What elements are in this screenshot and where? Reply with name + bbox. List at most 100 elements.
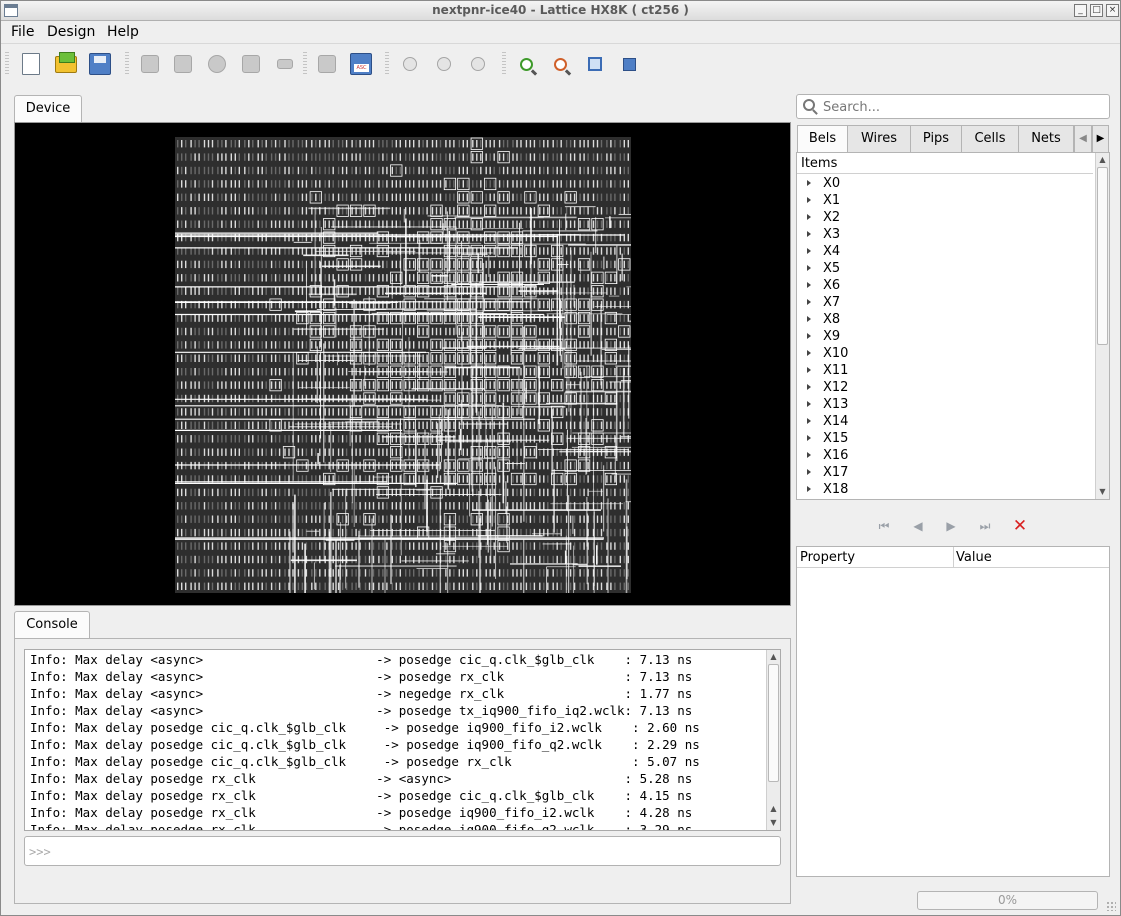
scrollbar-thumb[interactable]: [768, 664, 779, 782]
scroll-down-icon[interactable]: ▼: [767, 816, 780, 829]
tab-nets[interactable]: Nets: [1018, 125, 1074, 153]
tree-item[interactable]: X10: [797, 345, 848, 362]
pack-icon[interactable]: [237, 50, 265, 78]
tree-item[interactable]: X15: [797, 430, 848, 447]
clear-icon[interactable]: ✕: [1009, 515, 1031, 537]
zoom-out-icon[interactable]: [546, 50, 574, 78]
tree-item[interactable]: X3: [797, 226, 848, 243]
menu-help[interactable]: Help: [107, 24, 139, 40]
tab-wires[interactable]: Wires: [847, 125, 911, 153]
expand-arrow-icon[interactable]: [807, 299, 811, 305]
zoom-in-icon[interactable]: [512, 50, 540, 78]
tree-item[interactable]: X5: [797, 260, 848, 277]
console-output[interactable]: Info: Max delay <async> -> posedge cic_q…: [24, 649, 781, 831]
stop-icon[interactable]: [464, 50, 492, 78]
tree-item[interactable]: X17: [797, 464, 848, 481]
expand-arrow-icon[interactable]: [807, 197, 811, 203]
expand-arrow-icon[interactable]: [807, 282, 811, 288]
minimize-button[interactable]: _: [1074, 4, 1087, 17]
open-pcf-icon[interactable]: [313, 50, 341, 78]
tree-scrollbar[interactable]: ▲ ▼: [1095, 153, 1109, 499]
expand-arrow-icon[interactable]: [807, 333, 811, 339]
zoom-selected-icon[interactable]: [615, 50, 643, 78]
console-input[interactable]: >>>: [24, 836, 781, 866]
console-scrollbar[interactable]: ▲ ▲ ▼: [766, 650, 780, 830]
expand-arrow-icon[interactable]: [807, 265, 811, 271]
route-icon[interactable]: [203, 50, 231, 78]
tree-item[interactable]: X11: [797, 362, 848, 379]
expand-arrow-icon[interactable]: [807, 180, 811, 186]
expand-arrow-icon[interactable]: [807, 214, 811, 220]
tree-item[interactable]: X18: [797, 481, 848, 498]
title-bar[interactable]: nextpnr-ice40 - Lattice HX8K ( ct256 ) _…: [1, 1, 1120, 21]
tree-item[interactable]: X7: [797, 294, 848, 311]
tab-scroll-right-icon[interactable]: ▶: [1092, 125, 1109, 153]
tab-pips[interactable]: Pips: [910, 125, 962, 153]
tree-item[interactable]: X16: [797, 447, 848, 464]
column-value[interactable]: Value: [956, 550, 992, 565]
tab-bels[interactable]: Bels: [797, 125, 848, 153]
expand-arrow-icon[interactable]: [807, 435, 811, 441]
open-folder-icon[interactable]: [52, 50, 80, 78]
console-line: Info: Max delay posedge cic_q.clk_$glb_c…: [30, 720, 700, 735]
back-icon[interactable]: ◀: [907, 515, 929, 537]
expand-arrow-icon[interactable]: [807, 469, 811, 475]
zoom-fit-icon[interactable]: [581, 50, 609, 78]
tree-item[interactable]: X9: [797, 328, 848, 345]
menu-design[interactable]: Design: [47, 24, 95, 40]
first-icon[interactable]: ⏮: [873, 515, 895, 537]
search-input[interactable]: [823, 98, 1103, 116]
tree-item[interactable]: X0: [797, 175, 848, 192]
close-button[interactable]: ×: [1106, 4, 1119, 17]
property-table[interactable]: Property Value: [796, 546, 1110, 877]
tree-item-label: X18: [823, 482, 849, 497]
forward-icon[interactable]: ▶: [940, 515, 962, 537]
item-type-tabs: Bels Wires Pips Cells Nets ◀ ▶: [796, 125, 1110, 153]
scrollbar-thumb[interactable]: [1097, 167, 1108, 345]
tree-header[interactable]: Items: [797, 153, 1093, 174]
expand-arrow-icon[interactable]: [807, 384, 811, 390]
expand-arrow-icon[interactable]: [807, 401, 811, 407]
items-tree[interactable]: Items X0 X1 X2 X3 X4 X5 X6 X7 X8 X9 X10 X11 X12 X13 X1…: [796, 152, 1110, 500]
device-view[interactable]: [14, 122, 791, 606]
shuffle-icon[interactable]: [271, 50, 299, 78]
tree-item[interactable]: X14: [797, 413, 848, 430]
tree-item[interactable]: X12: [797, 379, 848, 396]
save-icon[interactable]: [86, 50, 114, 78]
package-icon[interactable]: [136, 50, 164, 78]
scroll-up-icon[interactable]: ▲: [767, 650, 780, 663]
menu-file[interactable]: File: [11, 24, 34, 40]
expand-arrow-icon[interactable]: [807, 248, 811, 254]
expand-arrow-icon[interactable]: [807, 231, 811, 237]
tree-item[interactable]: X1: [797, 192, 848, 209]
last-icon[interactable]: ⏭: [974, 515, 996, 537]
column-property[interactable]: Property: [800, 550, 855, 565]
tree-item[interactable]: X6: [797, 277, 848, 294]
tree-item[interactable]: X8: [797, 311, 848, 328]
play-icon[interactable]: [396, 50, 424, 78]
expand-arrow-icon[interactable]: [807, 316, 811, 322]
resize-grip[interactable]: [1106, 901, 1116, 911]
expand-arrow-icon[interactable]: [807, 418, 811, 424]
search-box[interactable]: [796, 94, 1110, 119]
new-file-icon[interactable]: [17, 50, 45, 78]
expand-arrow-icon[interactable]: [807, 486, 811, 492]
scroll-up-icon[interactable]: ▲: [1096, 153, 1109, 166]
scroll-up-icon[interactable]: ▲: [767, 802, 780, 815]
tree-item[interactable]: X4: [797, 243, 848, 260]
save-asc-icon[interactable]: [347, 50, 375, 78]
expand-arrow-icon[interactable]: [807, 452, 811, 458]
tree-item[interactable]: X13: [797, 396, 848, 413]
maximize-button[interactable]: □: [1090, 4, 1103, 17]
pause-icon[interactable]: [430, 50, 458, 78]
scroll-down-icon[interactable]: ▼: [1096, 485, 1109, 498]
expand-arrow-icon[interactable]: [807, 350, 811, 356]
tab-device[interactable]: Device: [14, 95, 82, 123]
tab-scroll-left-icon[interactable]: ◀: [1074, 125, 1092, 153]
expand-arrow-icon[interactable]: [807, 367, 811, 373]
tab-console[interactable]: Console: [14, 611, 90, 639]
fpga-device-canvas[interactable]: [15, 123, 792, 607]
place-icon[interactable]: [169, 50, 197, 78]
tree-item[interactable]: X2: [797, 209, 848, 226]
tab-cells[interactable]: Cells: [961, 125, 1019, 153]
